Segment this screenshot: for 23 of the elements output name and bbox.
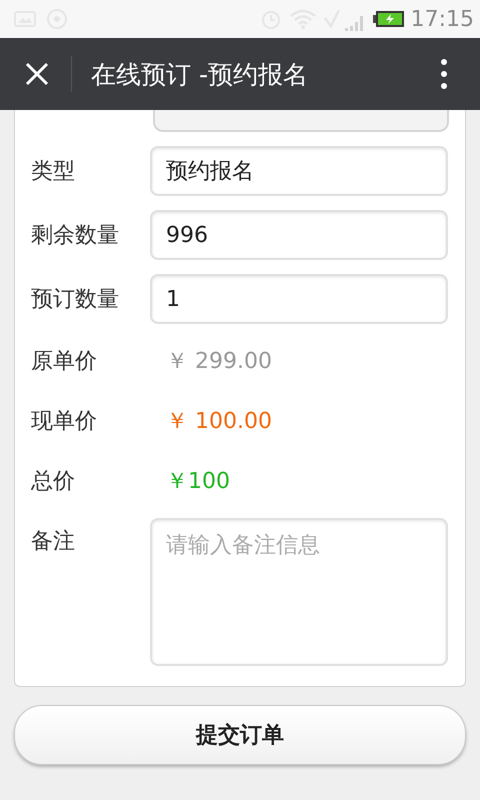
input-field[interactable]: 1 — [150, 274, 448, 324]
close-button[interactable] — [23, 60, 51, 88]
price-value: ￥ 100.00 — [165, 408, 272, 436]
input-field[interactable]: 996 — [150, 210, 448, 260]
battery-icon — [372, 10, 405, 28]
field-label: 现单价 — [31, 408, 98, 436]
field-label: 预订数量 — [31, 286, 120, 314]
price-value: ￥ 299.00 — [165, 348, 272, 376]
field-label: 总价 — [31, 468, 76, 496]
more-icon — [440, 59, 448, 89]
remarks-field[interactable]: 请输入备注信息 — [150, 518, 448, 666]
more-button[interactable] — [440, 59, 448, 89]
field-label: 原单价 — [31, 348, 98, 376]
field-label: 备注 — [31, 528, 76, 556]
submit-button[interactable]: 提交订单 — [14, 705, 466, 765]
date-field[interactable] — [153, 110, 449, 132]
field-label: 剩余数量 — [31, 222, 120, 250]
clock-time: 17:15 — [410, 6, 474, 32]
close-icon — [24, 61, 50, 87]
page-title: 在线预订 -预约报名 — [91, 58, 309, 90]
price-value: ￥100 — [165, 468, 230, 496]
input-field[interactable]: 预约报名 — [150, 146, 448, 196]
field-label: 类型 — [31, 158, 76, 186]
